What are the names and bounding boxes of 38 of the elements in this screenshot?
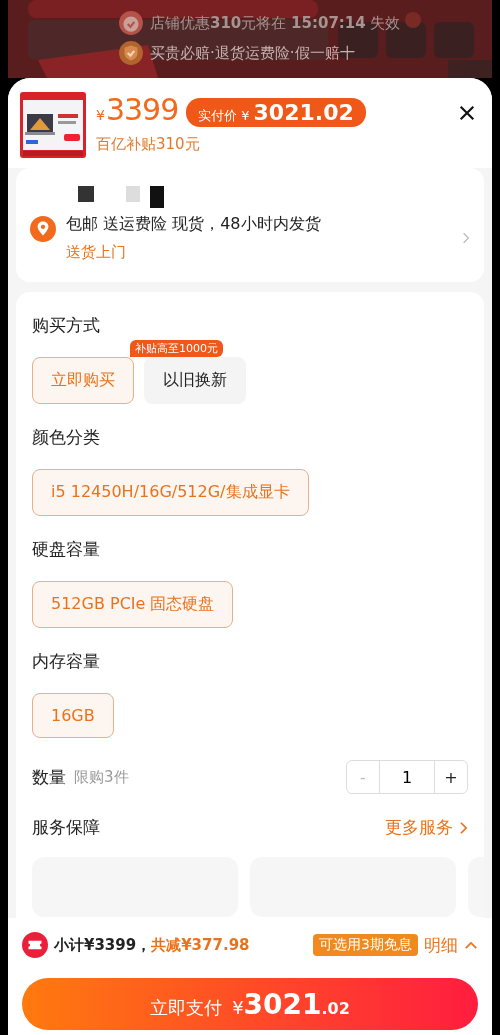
installment-tag: 可选用3期免息 [313, 934, 418, 956]
subsidy-text: 百亿补贴310元 [96, 135, 201, 154]
product-price: ¥3399 [96, 92, 179, 129]
option-chip[interactable]: 512GB PCIe 固态硬盘 [32, 581, 234, 628]
option-chip[interactable]: 16GB [32, 693, 114, 738]
final-price-badge: 实付价 ¥ 3021.02 [186, 98, 366, 127]
ticket-icon [22, 932, 48, 958]
location-pin-icon [30, 216, 56, 242]
redaction-mark [150, 186, 164, 208]
purchase-limit: 限购3件 [74, 767, 130, 787]
option-chip[interactable]: 以旧换新 [144, 357, 246, 404]
delivery-info: 包邮 送运费险 现货，48小时内发货 [66, 214, 322, 235]
more-services-link[interactable]: 更多服务 [385, 816, 468, 839]
delivery-tag: 送货上门 [66, 243, 452, 262]
shield-check-icon [118, 40, 144, 66]
chevron-right-icon [462, 231, 470, 245]
section-title: 硬盘容量 [32, 538, 101, 561]
delivery-card[interactable]: 包邮 送运费险 现货，48小时内发货 送货上门 [16, 168, 484, 282]
details-link[interactable]: 明细 [424, 933, 478, 957]
pay-now-button[interactable]: 立即支付 ¥3021.02 [22, 978, 478, 1030]
discount-text: 共减¥377.98 [151, 935, 250, 955]
alarm-clock-icon [118, 10, 144, 36]
option-chip[interactable]: i5 12450H/16G/512G/集成显卡 [32, 469, 309, 516]
close-icon [458, 104, 476, 122]
quantity-label: 数量 [32, 765, 66, 789]
caret-up-icon [464, 940, 478, 950]
chevron-right-icon [459, 820, 468, 835]
subtotal-text: 小计¥3399， [54, 935, 152, 955]
section-title: 购买方式 [32, 314, 101, 337]
redaction-mark [78, 186, 94, 202]
section-title: 服务保障 [32, 816, 100, 839]
option-chip[interactable]: 立即购买 [32, 357, 134, 404]
notice-text: 店铺优惠310元将在 15:07:14 失效 [150, 13, 401, 33]
section-title: 内存容量 [32, 650, 101, 673]
notice-text: 买贵必赔·退货运费险·假一赔十 [150, 43, 355, 63]
promo-tag: 补贴高至1000元 [130, 340, 223, 357]
redaction-mark [126, 186, 140, 202]
section-title: 颜色分类 [32, 426, 101, 449]
